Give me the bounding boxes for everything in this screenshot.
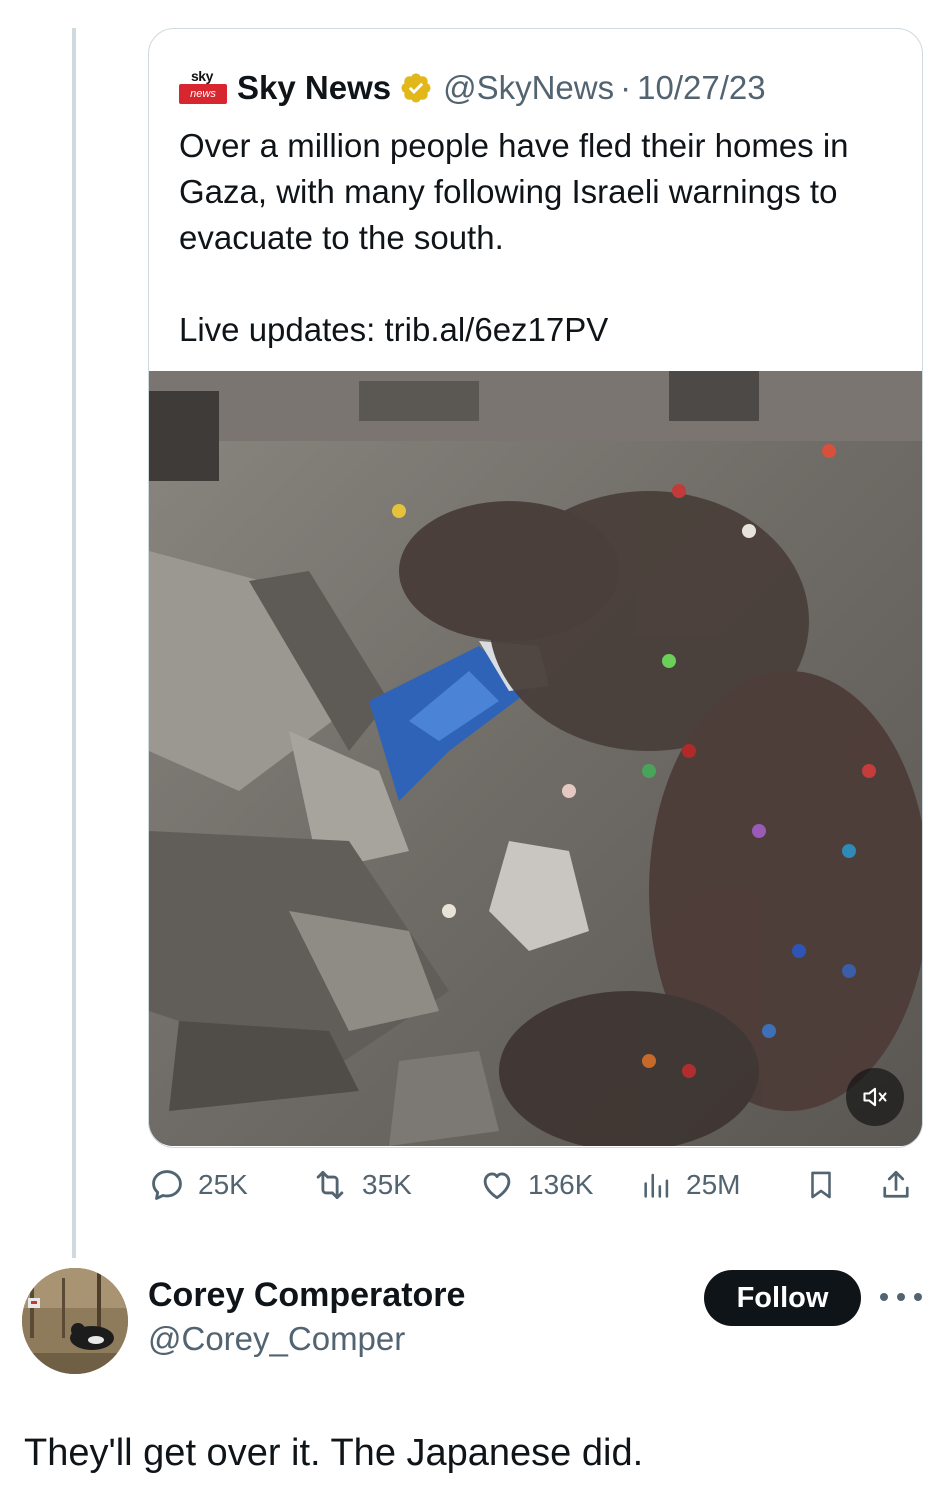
reply-action[interactable]: 25K (148, 1160, 248, 1210)
tweet-action-bar: 25K 35K 136K 25M (148, 1160, 923, 1210)
more-dot-icon (914, 1293, 922, 1301)
thread-connector-line (72, 28, 76, 1258)
views-chart-icon (644, 1173, 669, 1198)
quoted-tweet-text: Over a million people have fled their ho… (179, 127, 849, 256)
share-button[interactable] (878, 1160, 926, 1210)
like-action[interactable]: 136K (478, 1160, 593, 1210)
mute-icon (863, 1087, 887, 1107)
reply-author-avatar[interactable] (22, 1268, 128, 1374)
rubble-crowd-image (149, 371, 922, 1146)
heart-icon (483, 1172, 511, 1200)
mute-toggle-button[interactable] (846, 1068, 904, 1126)
share-icon (883, 1170, 909, 1198)
follow-button[interactable]: Follow (704, 1270, 861, 1326)
reply-tweet-text: They'll get over it. The Japanese did. (24, 1432, 644, 1474)
more-options-button[interactable] (880, 1282, 922, 1312)
reply-count: 25K (198, 1169, 248, 1200)
view-count: 25M (686, 1169, 741, 1200)
like-count: 136K (528, 1169, 594, 1200)
avatar-photo (22, 1268, 128, 1374)
bookmark-icon (811, 1171, 831, 1199)
sky-logo-text: sky (191, 68, 213, 84)
quoted-author-handle[interactable]: @SkyNews (443, 69, 614, 107)
reply-bubble-icon (152, 1170, 182, 1200)
separator-dot: · (620, 69, 632, 106)
repost-count: 35K (362, 1169, 412, 1200)
quoted-tweet-link-line[interactable]: Live updates: trib.al/6ez17PV (179, 307, 608, 353)
quoted-tweet-card[interactable]: sky news Sky News @SkyNews · 10/27/23 Ov… (148, 28, 923, 1148)
sky-logo-news-badge: news (179, 84, 227, 104)
quoted-author-name[interactable]: Sky News (237, 69, 391, 107)
bookmark-button[interactable] (804, 1160, 850, 1210)
quoted-tweet-video[interactable] (149, 371, 922, 1146)
reply-author-handle[interactable]: @Corey_Comper (148, 1320, 405, 1358)
repost-action[interactable]: 35K (310, 1160, 412, 1210)
sky-news-avatar[interactable]: sky news (179, 68, 227, 108)
more-dot-icon (880, 1293, 888, 1301)
views-action[interactable]: 25M (640, 1160, 740, 1210)
repost-icon (316, 1170, 344, 1200)
reply-author-name[interactable]: Corey Comperatore (148, 1276, 465, 1315)
more-dot-icon (897, 1293, 905, 1301)
quoted-tweet-header: sky news Sky News @SkyNews · 10/27/23 (179, 65, 766, 111)
verified-badge-icon (401, 73, 431, 103)
quoted-tweet-date[interactable]: 10/27/23 (637, 69, 765, 107)
